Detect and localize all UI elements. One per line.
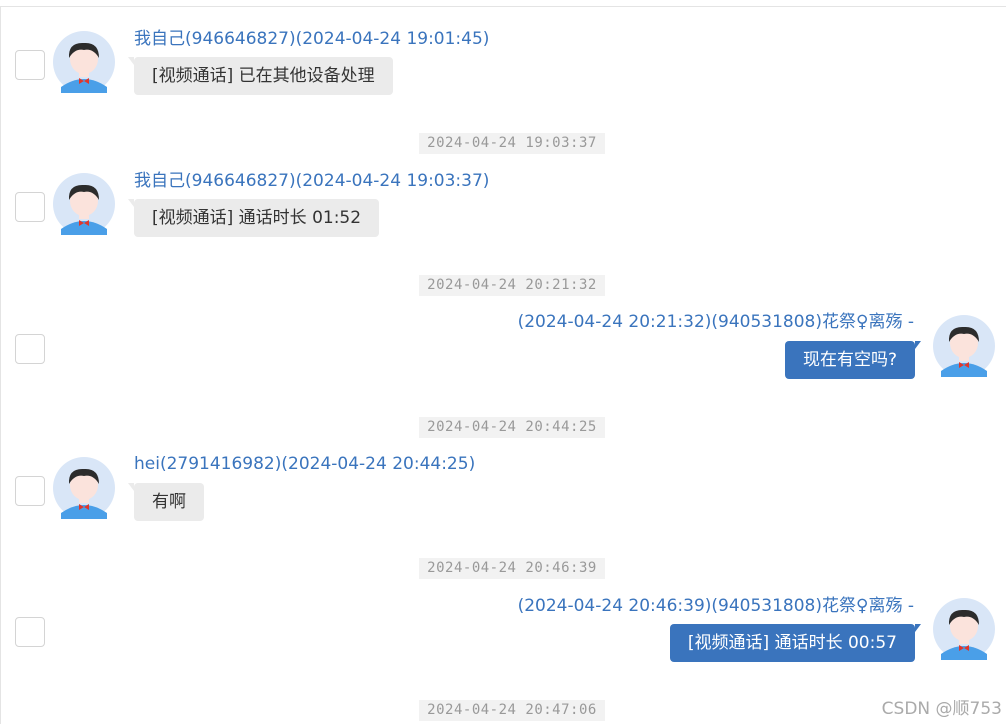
avatar-icon[interactable] <box>933 315 995 377</box>
watermark: CSDN @顺753 <box>881 699 1002 719</box>
avatar-icon[interactable] <box>53 173 115 235</box>
timestamp-separator: 2024-04-24 20:46:39 <box>419 558 605 579</box>
message-sender: (2024-04-24 20:21:32)(940531808)花祭♀离殇 - <box>517 312 914 332</box>
message-select-checkbox[interactable] <box>15 334 45 364</box>
message-bubble[interactable]: [视频通话] 通话时长 01:52 <box>127 199 380 237</box>
timestamp-separator: 2024-04-24 20:47:06 <box>419 700 605 721</box>
message-bubble[interactable]: 现在有空吗? <box>784 341 922 379</box>
message-select-checkbox[interactable] <box>15 617 45 647</box>
message-sender: (2024-04-24 20:46:39)(940531808)花祭♀离殇 - <box>517 596 914 616</box>
message-select-checkbox[interactable] <box>15 192 45 222</box>
message-sender: 我自己(946646827)(2024-04-24 19:01:45) <box>134 29 490 49</box>
message-bubble[interactable]: [视频通话] 通话时长 00:57 <box>669 624 922 662</box>
timestamp-separator: 2024-04-24 19:03:37 <box>419 133 605 154</box>
timestamp-separator: 2024-04-24 20:44:25 <box>419 417 605 438</box>
avatar-icon[interactable] <box>53 457 115 519</box>
message-bubble[interactable]: 有啊 <box>128 483 204 521</box>
avatar-icon[interactable] <box>53 31 115 93</box>
avatar-icon[interactable] <box>933 598 995 660</box>
message-select-checkbox[interactable] <box>15 476 45 506</box>
message-sender: 我自己(946646827)(2024-04-24 19:03:37) <box>134 171 490 191</box>
message-select-checkbox[interactable] <box>15 50 45 80</box>
message-sender: hei(2791416982)(2024-04-24 20:44:25) <box>134 454 476 474</box>
message-bubble[interactable]: [视频通话] 已在其他设备处理 <box>128 57 393 95</box>
timestamp-separator: 2024-04-24 20:21:32 <box>419 275 605 296</box>
